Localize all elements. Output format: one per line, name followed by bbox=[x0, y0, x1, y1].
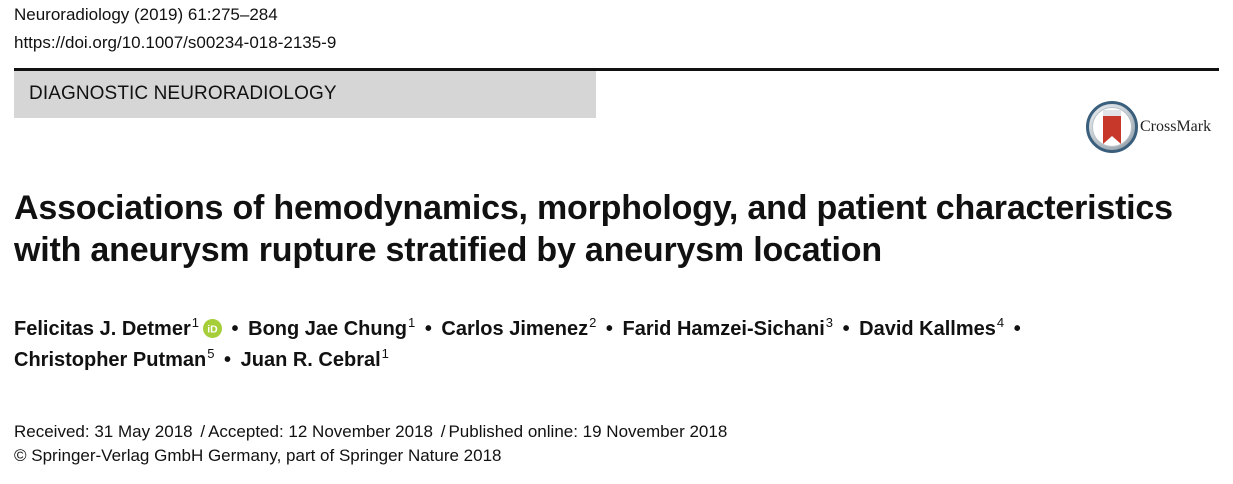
orcid-icon[interactable]: iD bbox=[202, 319, 222, 338]
affiliation-marker: 5 bbox=[207, 346, 215, 361]
affiliation-marker: 1 bbox=[191, 315, 199, 330]
doi-link[interactable]: https://doi.org/10.1007/s00234-018-2135-… bbox=[14, 32, 336, 54]
crossmark-badge[interactable]: CrossMark bbox=[1086, 101, 1226, 153]
copyright-line: © Springer-Verlag GmbH Germany, part of … bbox=[14, 445, 502, 467]
author[interactable]: Bong Jae Chung1 bbox=[248, 315, 416, 340]
affiliation-marker: 3 bbox=[825, 315, 834, 330]
article-dates: Received: 31 May 2018 /Accepted: 12 Nove… bbox=[14, 421, 727, 443]
author-name: Christopher Putman bbox=[14, 349, 207, 371]
title-line-2: with aneurysm rupture stratified by aneu… bbox=[14, 231, 882, 269]
article-title: Associations of hemodynamics, morphology… bbox=[14, 187, 1214, 271]
author-name: Farid Hamzei-Sichani bbox=[622, 318, 825, 340]
author-separator: • bbox=[842, 318, 850, 340]
affiliation-marker: 1 bbox=[408, 315, 416, 330]
author[interactable]: Felicitas J. Detmer1 iD bbox=[14, 315, 222, 340]
title-line-1: Associations of hemodynamics, morphology… bbox=[14, 189, 1173, 227]
author[interactable]: Farid Hamzei-Sichani3 bbox=[622, 315, 834, 340]
published-date: Published online: 19 November 2018 bbox=[448, 422, 728, 441]
author[interactable]: David Kallmes4 bbox=[859, 315, 1005, 340]
author[interactable]: Juan R. Cebral1 bbox=[240, 346, 389, 371]
copyright-text: Springer-Verlag GmbH Germany, part of Sp… bbox=[31, 446, 502, 465]
author-name: David Kallmes bbox=[859, 318, 996, 340]
author-name: Carlos Jimenez bbox=[441, 318, 589, 340]
accepted-date: Accepted: 12 November 2018 bbox=[208, 422, 433, 441]
author-separator: • bbox=[224, 349, 232, 371]
author-name: Bong Jae Chung bbox=[248, 318, 408, 340]
author-separator: • bbox=[424, 318, 432, 340]
section-bar: DIAGNOSTIC NEURORADIOLOGY bbox=[14, 71, 596, 118]
crossmark-label: CrossMark bbox=[1140, 118, 1212, 135]
orcid-icon-text: iD bbox=[207, 324, 218, 335]
author-separator: • bbox=[231, 318, 239, 340]
journal-reference: Neuroradiology (2019) 61:275–284 bbox=[14, 5, 278, 24]
author[interactable]: Carlos Jimenez2 bbox=[441, 315, 597, 340]
author[interactable]: Christopher Putman5 bbox=[14, 346, 215, 371]
received-date: Received: 31 May 2018 bbox=[14, 422, 193, 441]
affiliation-marker: 2 bbox=[589, 315, 597, 330]
author-separator: • bbox=[1013, 318, 1021, 340]
affiliation-marker: 1 bbox=[381, 346, 389, 361]
author-separator: • bbox=[605, 318, 613, 340]
crossmark-icon bbox=[1086, 101, 1138, 153]
author-name: Felicitas J. Detmer bbox=[14, 318, 191, 340]
date-separator: / bbox=[200, 422, 206, 441]
date-separator: / bbox=[440, 422, 446, 441]
affiliation-marker: 4 bbox=[996, 315, 1005, 330]
section-label: DIAGNOSTIC NEURORADIOLOGY bbox=[29, 83, 337, 104]
author-list: Felicitas J. Detmer1 iD • Bong Jae Chung1… bbox=[14, 314, 1224, 376]
author-name: Juan R. Cebral bbox=[240, 349, 381, 371]
copyright-symbol: © bbox=[14, 446, 27, 465]
